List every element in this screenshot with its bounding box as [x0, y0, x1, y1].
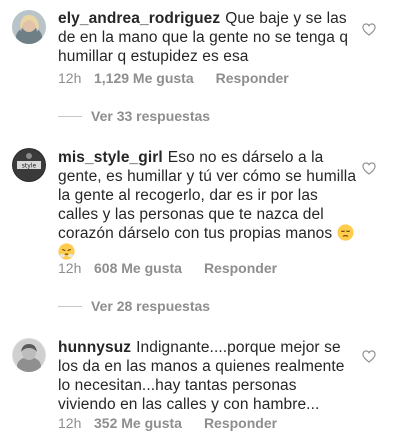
view-replies-label: Ver 33 respuestas — [91, 108, 211, 124]
reply-button[interactable]: Responder — [204, 415, 277, 431]
face-with-steam-emoji-icon — [58, 243, 75, 260]
comment-item: ely_andrea_rodriguez Que baje y se las de… — [0, 0, 400, 100]
comment-timestamp: 12h — [58, 260, 82, 276]
comment-timestamp: 12h — [58, 70, 82, 86]
view-replies-button[interactable]: Ver 28 respuestas — [58, 298, 210, 314]
replies-divider — [58, 305, 82, 307]
avatar-image — [12, 338, 46, 372]
heart-outline-icon[interactable] — [362, 350, 376, 363]
avatar[interactable] — [12, 10, 46, 44]
comment-item: hunnysuz Indignante....porque mejor se lo… — [0, 330, 400, 442]
svg-text:style: style — [22, 163, 37, 170]
comment-username[interactable]: hunnysuz — [58, 339, 131, 356]
comment-meta: 12h 1,129 Me gusta Responder — [58, 70, 289, 86]
comment-text-block: mis_style_girl Eso no es dárselo a la gen… — [58, 148, 358, 262]
comment-likes[interactable]: 352 Me gusta — [94, 415, 182, 431]
reply-button[interactable]: Responder — [216, 70, 289, 86]
view-replies-button[interactable]: Ver 33 respuestas — [58, 108, 210, 124]
comment-timestamp: 12h — [58, 415, 82, 431]
view-replies-label: Ver 28 respuestas — [91, 298, 211, 314]
comment-text-block: hunnysuz Indignante....porque mejor se lo… — [58, 338, 358, 414]
heart-outline-icon[interactable] — [362, 162, 376, 175]
avatar[interactable]: style — [12, 148, 46, 182]
avatar-image — [12, 10, 46, 44]
replies-divider — [58, 115, 82, 117]
reply-button[interactable]: Responder — [204, 260, 277, 276]
heart-outline-icon[interactable] — [362, 23, 376, 36]
pensive-face-emoji-icon — [337, 224, 354, 241]
comment-text-block: ely_andrea_rodriguez Que baje y se las de… — [58, 9, 358, 66]
avatar[interactable] — [12, 338, 46, 372]
comment-meta: 12h 608 Me gusta Responder — [58, 260, 277, 276]
comment-item: style mis_style_girl Eso no es dárselo a … — [0, 140, 400, 280]
comment-username[interactable]: mis_style_girl — [58, 149, 163, 166]
comment-likes[interactable]: 1,129 Me gusta — [94, 70, 194, 86]
comment-likes[interactable]: 608 Me gusta — [94, 260, 182, 276]
avatar-image: style — [12, 148, 46, 182]
comment-username[interactable]: ely_andrea_rodriguez — [58, 10, 220, 27]
comment-meta: 12h 352 Me gusta Responder — [58, 415, 277, 431]
